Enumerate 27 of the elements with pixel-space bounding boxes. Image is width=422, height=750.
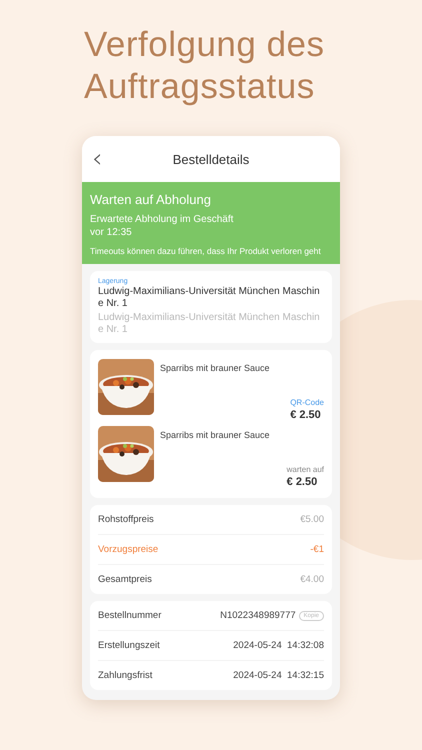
status-subtitle: Erwartete Abholung im Geschäft — [90, 213, 234, 226]
qr-code-link[interactable]: QR-Code — [290, 398, 324, 407]
info-label: Erstellungszeit — [98, 640, 160, 651]
info-value: N1022348989777 — [220, 610, 296, 621]
pickup-time: vor 12:35 — [90, 226, 133, 239]
price-value: €4.00 — [300, 574, 324, 585]
price-value: €5.00 — [300, 514, 324, 525]
pickup-address-secondary: Ludwig-Maximilians-Universität München Maschine Nr. 1 — [98, 312, 321, 336]
price-label: Vorzugspreise — [98, 544, 158, 555]
item-price: € 2.50 — [286, 476, 318, 488]
info-label: Bestellnummer — [98, 610, 162, 621]
info-label: Zahlungsfrist — [98, 670, 152, 681]
pickup-address: Ludwig-Maximilians-Universität München Maschine Nr. 1 — [98, 286, 321, 310]
item-status: warten auf — [286, 465, 324, 474]
info-value: 2024-05-24 14:32:15 — [233, 670, 324, 681]
item-name: Sparribs mit brauner Sauce — [160, 363, 271, 373]
price-label: Rohstoffpreis — [98, 514, 154, 525]
headline: Verfolgung des Auftragsstatus — [84, 24, 326, 108]
back-button[interactable]: ‹ — [88, 146, 106, 172]
item-price: € 2.50 — [290, 409, 321, 421]
status-note: Timeouts können dazu führen, dass Ihr Produkt verloren geht — [90, 246, 322, 256]
info-value: 2024-05-24 14:32:08 — [233, 640, 324, 651]
price-label: Gesamtpreis — [98, 574, 152, 585]
status-title: Warten auf Abholung — [90, 192, 212, 207]
page-title: Bestelldetails — [172, 152, 250, 166]
price-value: -€1 — [310, 544, 324, 555]
item-name: Sparribs mit brauner Sauce — [160, 430, 271, 440]
